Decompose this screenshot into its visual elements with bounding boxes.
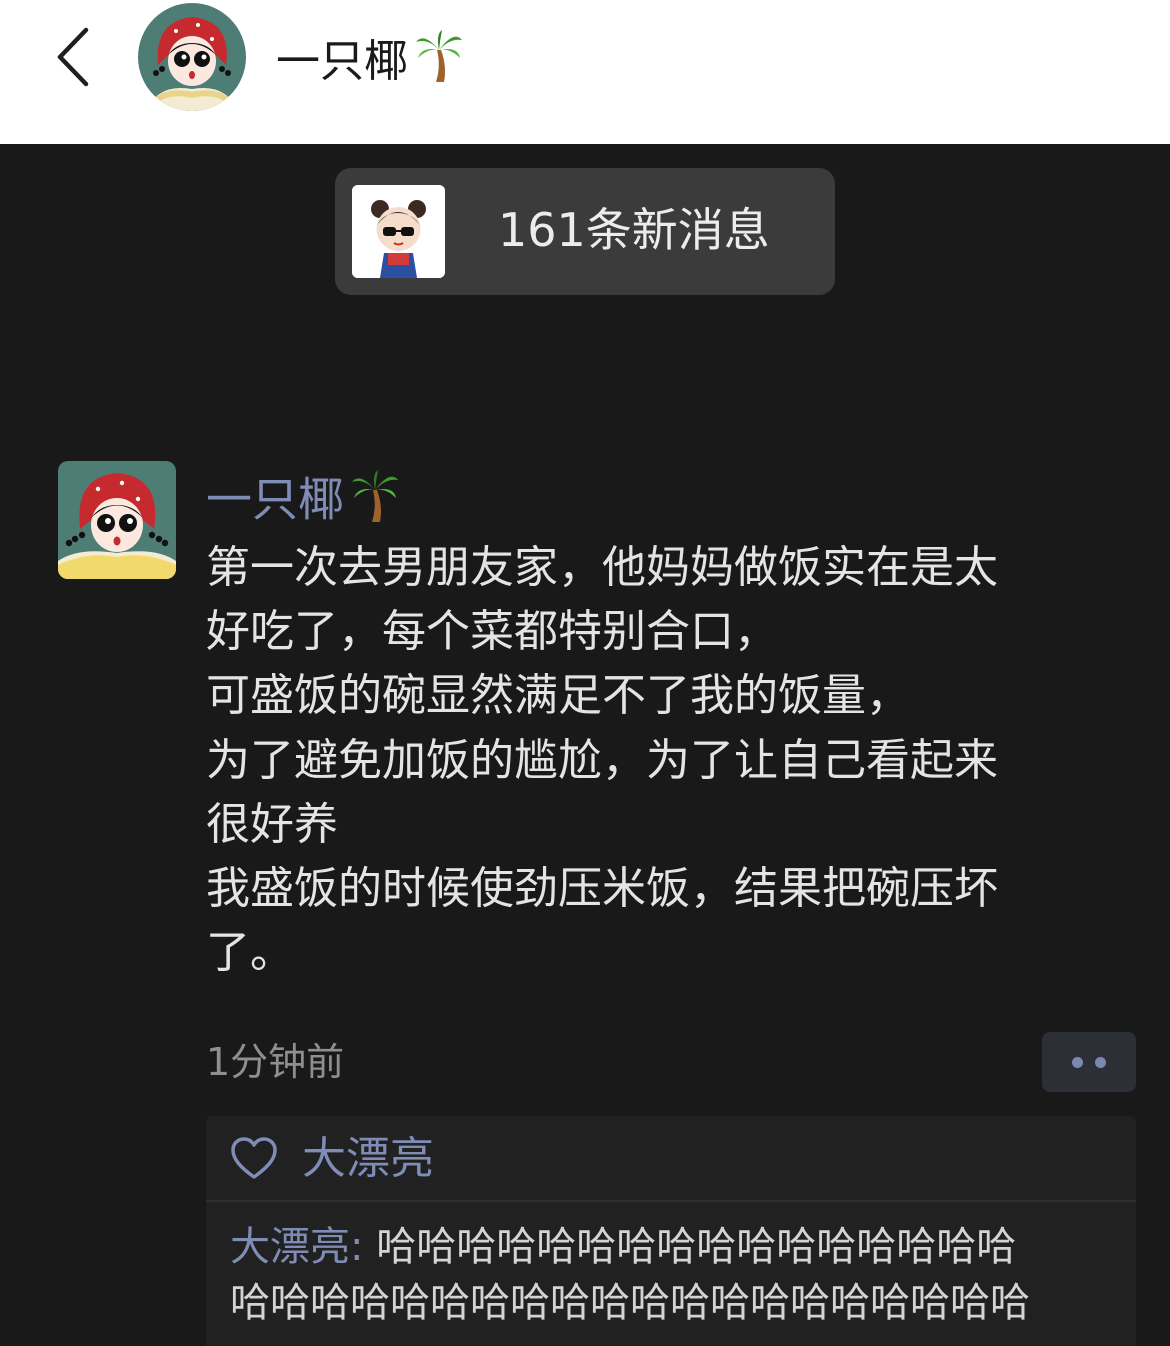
comment-separator: : bbox=[350, 1224, 377, 1270]
post-text-line: 了。 bbox=[206, 927, 294, 979]
new-messages-label: 161条新消息 bbox=[498, 203, 770, 257]
post-text: 第一次去男朋友家，他妈妈做饭实在是太 好吃了，每个菜都特别合口， 可盛饭的碗显然… bbox=[206, 536, 1116, 985]
post-text-line: 为了避免加饭的尴尬，为了让自己看起来 bbox=[206, 734, 998, 786]
comment-line: 大漂亮: 哈哈哈哈哈哈哈哈哈哈哈哈哈哈哈哈 bbox=[230, 1219, 1130, 1275]
post-author-avatar[interactable] bbox=[58, 461, 176, 579]
back-button[interactable] bbox=[48, 22, 98, 92]
likes-row: 大漂亮 bbox=[206, 1116, 1136, 1200]
more-dot-icon bbox=[1095, 1057, 1106, 1068]
post-text-line: 可盛饭的碗显然满足不了我的饭量， bbox=[206, 670, 910, 722]
chat-header: 一只椰 bbox=[0, 0, 1170, 144]
more-dot-icon bbox=[1072, 1057, 1083, 1068]
comment-line: 哈哈哈哈哈哈哈哈哈哈哈哈哈哈哈哈哈哈哈哈 bbox=[230, 1280, 1030, 1326]
chat-title-text: 一只椰 bbox=[276, 36, 408, 87]
post-text-line: 好吃了，每个菜都特别合口， bbox=[206, 606, 778, 658]
post-author-name[interactable]: 一只椰 bbox=[206, 468, 400, 538]
new-messages-button[interactable]: 161条新消息 bbox=[335, 168, 835, 295]
comment-author[interactable]: 大漂亮 bbox=[230, 1224, 350, 1270]
palm-tree-icon bbox=[414, 28, 464, 100]
comment-text: 哈哈哈哈哈哈哈哈哈哈哈哈哈哈哈哈 bbox=[376, 1224, 1017, 1270]
more-actions-button[interactable] bbox=[1042, 1032, 1136, 1092]
like-user-name[interactable]: 大漂亮 bbox=[302, 1131, 434, 1187]
post-author-text: 一只椰 bbox=[206, 472, 344, 527]
notifier-avatar bbox=[352, 185, 445, 278]
heart-icon bbox=[231, 1137, 277, 1179]
post-text-line: 很好养 bbox=[206, 798, 338, 850]
comment-item[interactable]: 大漂亮: 哈哈哈哈哈哈哈哈哈哈哈哈哈哈哈哈 哈哈哈哈哈哈哈哈哈哈哈哈哈哈哈哈哈哈… bbox=[230, 1219, 1130, 1331]
post-text-line: 第一次去男朋友家，他妈妈做饭实在是太 bbox=[206, 542, 998, 593]
chevron-left-icon bbox=[57, 27, 89, 87]
divider bbox=[206, 1200, 1136, 1202]
avatar[interactable] bbox=[138, 3, 246, 111]
post-timestamp: 1分钟前 bbox=[206, 1040, 345, 1084]
palm-tree-icon bbox=[350, 468, 400, 538]
likes-comments-panel: 大漂亮 大漂亮: 哈哈哈哈哈哈哈哈哈哈哈哈哈哈哈哈 哈哈哈哈哈哈哈哈哈哈哈哈哈哈… bbox=[206, 1116, 1136, 1346]
chat-title: 一只椰 bbox=[276, 28, 464, 100]
post-text-line: 我盛饭的时候使劲压米饭，结果把碗压坏 bbox=[206, 862, 998, 914]
